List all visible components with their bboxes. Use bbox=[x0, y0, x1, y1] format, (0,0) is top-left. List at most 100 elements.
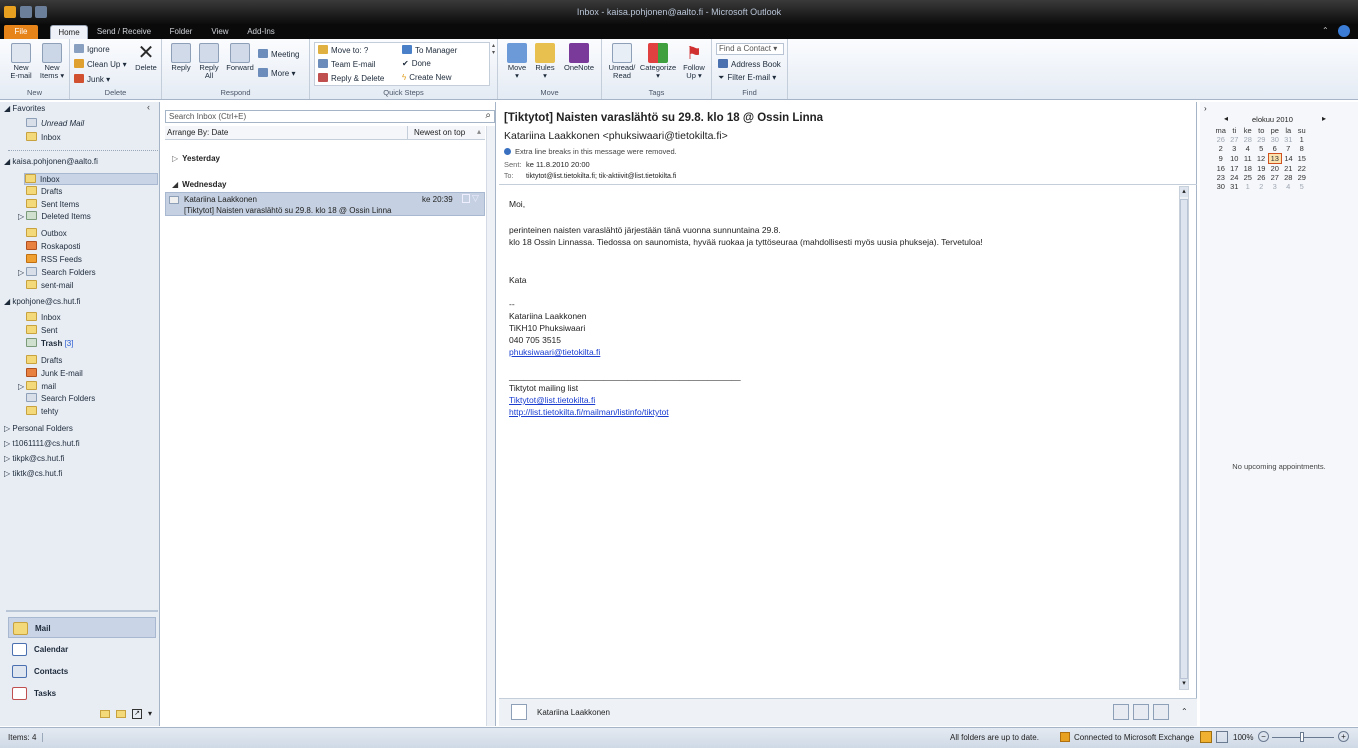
delete-button[interactable]: ✕ Delete bbox=[132, 43, 160, 72]
calendar-day[interactable]: 5 bbox=[1255, 144, 1269, 154]
scroll-down-icon[interactable]: ▾ bbox=[1180, 679, 1188, 689]
calendar-day[interactable]: 29 bbox=[1295, 173, 1309, 182]
person-icon[interactable] bbox=[1153, 704, 1169, 720]
tab-folder[interactable]: Folder bbox=[164, 25, 198, 39]
help-icon[interactable] bbox=[1338, 25, 1350, 37]
more-button[interactable]: More ▾ bbox=[258, 68, 295, 78]
calendar-day[interactable]: 26 bbox=[1214, 135, 1228, 144]
categorize-button[interactable]: Categorize ▾ bbox=[638, 43, 678, 80]
list-url-link[interactable]: http://list.tietokilta.fi/mailman/listin… bbox=[509, 406, 1175, 418]
follow-up-button[interactable]: ⚑ Follow Up ▾ bbox=[680, 43, 708, 80]
tab-file[interactable]: File bbox=[4, 25, 38, 39]
calendar-day[interactable]: 31 bbox=[1228, 182, 1242, 191]
account-personal-folders[interactable]: ▷ Personal Folders bbox=[4, 423, 73, 435]
nav-contacts-button[interactable]: Contacts bbox=[8, 661, 156, 682]
calendar-day[interactable]: 28 bbox=[1282, 173, 1296, 182]
notes-icon[interactable] bbox=[100, 710, 110, 718]
calendar-day[interactable]: 19 bbox=[1255, 164, 1269, 174]
tab-add-ins[interactable]: Add-Ins bbox=[240, 25, 282, 39]
calendar-day[interactable]: 18 bbox=[1241, 164, 1255, 174]
splitter[interactable] bbox=[6, 610, 158, 612]
calendar-day[interactable]: 2 bbox=[1214, 144, 1228, 154]
calendar-day[interactable]: 21 bbox=[1282, 164, 1296, 174]
unread-read-button[interactable]: Unread/ Read bbox=[606, 43, 638, 80]
quickstep-create-new[interactable]: ϟ Create New bbox=[402, 73, 451, 82]
calendar-day[interactable]: 28 bbox=[1241, 135, 1255, 144]
folder2-tehty[interactable]: tehty bbox=[26, 406, 58, 418]
calendar-day[interactable]: 14 bbox=[1282, 154, 1296, 164]
scroll-up-icon[interactable]: ▴ bbox=[1180, 187, 1188, 197]
folder-rss-feeds[interactable]: RSS Feeds bbox=[26, 254, 82, 266]
tab-view[interactable]: View bbox=[206, 25, 234, 39]
group-wednesday[interactable]: ◢ Wednesday bbox=[172, 180, 226, 189]
quickstep-team-email[interactable]: Team E-mail bbox=[318, 59, 375, 69]
email-from[interactable]: Katariina Laakkonen <phuksiwaari@tietoki… bbox=[504, 130, 728, 142]
contact-avatar[interactable] bbox=[511, 704, 527, 720]
category-box[interactable] bbox=[462, 194, 470, 203]
quickstep-move-to[interactable]: Move to: ? bbox=[318, 45, 368, 55]
list-email-link[interactable]: Tiktytot@list.tietokilta.fi bbox=[509, 394, 1175, 406]
folder-search-folders[interactable]: ▷ Search Folders bbox=[18, 267, 96, 279]
folder-sent-mail[interactable]: sent-mail bbox=[26, 280, 73, 292]
quickstep-reply-delete[interactable]: Reply & Delete bbox=[318, 73, 384, 83]
nav-calendar-button[interactable]: Calendar bbox=[8, 639, 156, 660]
folder-drafts[interactable]: Drafts bbox=[26, 186, 62, 198]
calendar-day[interactable]: 25 bbox=[1241, 173, 1255, 182]
next-month-icon[interactable]: ▸ bbox=[1322, 114, 1326, 123]
folder-inbox[interactable]: Inbox bbox=[24, 173, 158, 185]
sort-arrow-icon[interactable]: ▴ bbox=[477, 127, 481, 136]
search-icon[interactable]: ⌕ bbox=[485, 110, 491, 121]
nav-tasks-button[interactable]: Tasks bbox=[8, 683, 156, 704]
zoom-thumb[interactable] bbox=[1300, 732, 1304, 742]
favorite-unread-mail[interactable]: Unread Mail bbox=[26, 118, 84, 130]
calendar-day[interactable]: 30 bbox=[1268, 135, 1282, 144]
calendar-today[interactable]: 13 bbox=[1267, 153, 1282, 164]
folder2-trash[interactable]: Trash [3] bbox=[26, 338, 73, 350]
person-icon[interactable] bbox=[1113, 704, 1129, 720]
calendar-day[interactable]: 1 bbox=[1241, 182, 1255, 191]
new-items-button[interactable]: New Items ▾ bbox=[38, 43, 66, 80]
calendar-day[interactable]: 11 bbox=[1241, 154, 1255, 164]
calendar-day[interactable]: 20 bbox=[1268, 164, 1282, 173]
person-icon[interactable] bbox=[1133, 704, 1149, 720]
calendar-day[interactable]: 6 bbox=[1268, 144, 1282, 154]
folder2-inbox[interactable]: Inbox bbox=[26, 312, 61, 324]
calendar-day[interactable]: 15 bbox=[1295, 154, 1309, 164]
favorite-inbox[interactable]: Inbox bbox=[26, 132, 61, 144]
folder2-search-folders[interactable]: Search Folders bbox=[26, 393, 95, 405]
calendar-day[interactable]: 2 bbox=[1255, 182, 1269, 191]
calendar-day[interactable]: 22 bbox=[1295, 164, 1309, 174]
collapse-pane-icon[interactable]: ‹ bbox=[147, 102, 150, 112]
quickstep-to-manager[interactable]: To Manager bbox=[402, 45, 457, 55]
calendar-day[interactable]: 27 bbox=[1268, 173, 1282, 182]
folder2-mail[interactable]: ▷ mail bbox=[18, 381, 56, 393]
clean-up-button[interactable]: Clean Up ▾ bbox=[74, 59, 127, 69]
calendar-day[interactable]: 30 bbox=[1214, 182, 1228, 191]
calendar-day[interactable]: 29 bbox=[1255, 135, 1269, 144]
folder2-junk[interactable]: Junk E-mail bbox=[26, 368, 83, 380]
find-contact-input[interactable]: Find a Contact ▾ bbox=[716, 43, 784, 55]
ignore-button[interactable]: Ignore bbox=[74, 44, 110, 54]
calendar-day[interactable]: 24 bbox=[1228, 173, 1242, 182]
account-tiktk[interactable]: ▷ tiktk@cs.hut.fi bbox=[4, 468, 62, 480]
reply-button[interactable]: Reply bbox=[168, 43, 194, 72]
calendar-day[interactable]: 3 bbox=[1268, 182, 1282, 191]
zoom-in-icon[interactable]: + bbox=[1338, 731, 1349, 742]
calendar-day[interactable]: 31 bbox=[1282, 135, 1296, 144]
email-link[interactable]: phuksiwaari@tietokilta.fi bbox=[509, 346, 1175, 358]
onenote-button[interactable]: OneNote bbox=[560, 43, 598, 72]
list-scrollbar[interactable] bbox=[486, 126, 495, 726]
expand-todo-icon[interactable]: › bbox=[1204, 104, 1207, 113]
calendar-day[interactable]: 16 bbox=[1214, 164, 1228, 174]
new-email-button[interactable]: New E-mail bbox=[8, 43, 34, 80]
flag-icon[interactable]: ▽ bbox=[472, 193, 479, 204]
folder-sent-items[interactable]: Sent Items bbox=[26, 199, 79, 211]
reply-all-button[interactable]: Reply All bbox=[196, 43, 222, 80]
people-pane-name[interactable]: Katariina Laakkonen bbox=[537, 708, 610, 717]
favorites-header[interactable]: ◢ Favorites bbox=[4, 103, 45, 115]
calendar-day[interactable]: 9 bbox=[1214, 154, 1228, 164]
expand-people-pane-icon[interactable]: ⌃ bbox=[1181, 707, 1188, 716]
tab-home[interactable]: Home bbox=[50, 25, 88, 39]
shortcuts-icon[interactable]: ↗ bbox=[132, 709, 142, 719]
search-box[interactable]: Search Inbox (Ctrl+E) ⌕ bbox=[165, 110, 495, 123]
